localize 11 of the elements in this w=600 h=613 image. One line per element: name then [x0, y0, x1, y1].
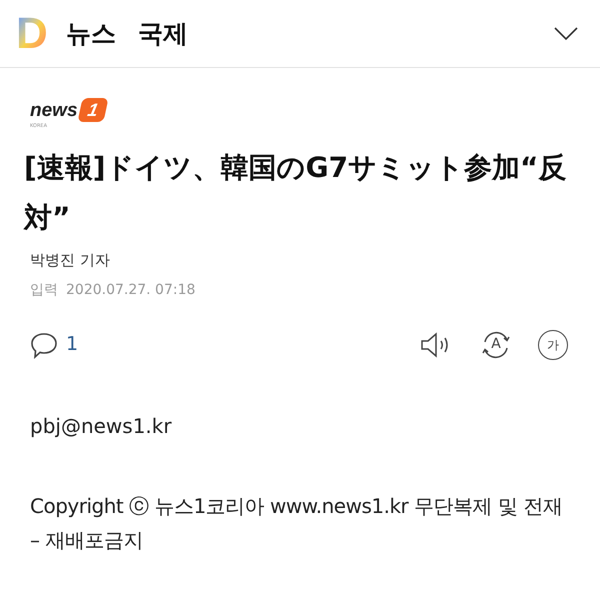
font-size-icon[interactable]: 가	[538, 330, 568, 360]
copyright-notice: Copyright ⓒ 뉴스1코리아 www.news1.kr 무단복제 및 전재 – 재배포금지	[30, 492, 564, 554]
category-title: 국제	[138, 18, 188, 50]
publish-time: 2020.07.27. 07:18	[66, 280, 196, 300]
section-title[interactable]: 뉴스	[66, 14, 116, 52]
reporter-email: pbj@news1.kr	[30, 412, 173, 440]
date-label: 입력	[30, 280, 58, 300]
chevron-down-icon[interactable]	[554, 26, 578, 40]
comment-button[interactable]: 1	[30, 330, 78, 359]
byline: 박병진 기자	[30, 250, 111, 271]
headline: [速報]ドイツ、韓国のG7サミット参加“反対”	[24, 150, 568, 236]
